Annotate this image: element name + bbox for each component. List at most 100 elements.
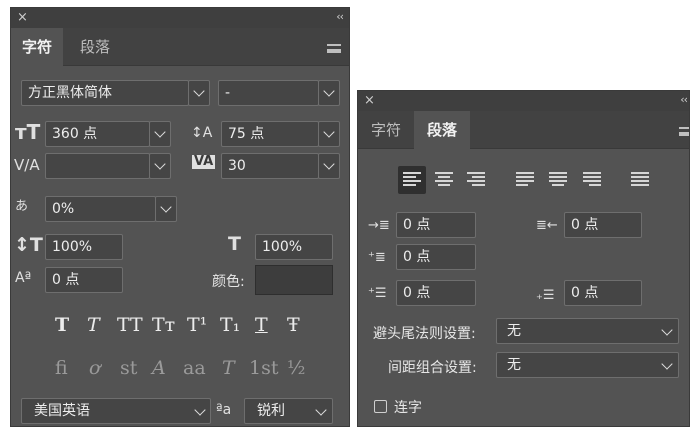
mojikumi-label: 间距组合设置: — [388, 360, 477, 376]
space-before-icon: ⁺☰ — [368, 286, 387, 301]
tracking-icon: VA — [192, 154, 216, 169]
close-icon[interactable]: × — [17, 9, 28, 26]
kinsoku-label: 避头尾法则设置: — [373, 326, 476, 342]
kerning-icon: V/A — [14, 156, 40, 174]
kinsoku-dropdown[interactable]: 无 — [496, 318, 679, 344]
leading-field[interactable]: 75 点 — [221, 121, 319, 147]
chevron-down-icon — [323, 85, 335, 97]
swash-button[interactable]: A — [152, 357, 166, 379]
chevron-down-icon — [154, 158, 166, 170]
tsume-icon: あ — [15, 199, 29, 214]
vertical-scale-field[interactable]: 100% — [45, 234, 123, 260]
panel-menu-icon[interactable] — [679, 127, 689, 136]
panel-menu-icon[interactable] — [327, 44, 341, 53]
baseline-shift-icon: Aª — [15, 270, 32, 286]
panel-title-bar: × ‹‹ — [11, 8, 349, 28]
space-before-field[interactable]: 0 点 — [396, 280, 476, 306]
font-size-icon: ᴛT — [15, 120, 41, 144]
tracking-field[interactable]: 30 — [221, 153, 319, 179]
language-field[interactable]: 美国英语 — [21, 398, 211, 424]
panel-title-bar: × ‹‹ — [358, 91, 689, 111]
indent-first-line-icon: ⁺≣ — [368, 250, 386, 265]
stylistic-alternates-button[interactable]: aa — [183, 357, 206, 379]
faux-italic-button[interactable]: T — [87, 314, 100, 336]
tab-bar: 字符 段落 — [358, 111, 689, 149]
hyphenate-label: 连字 — [394, 400, 422, 416]
collapse-icon[interactable]: ‹‹ — [680, 91, 688, 109]
font-size-field[interactable]: 360 点 — [45, 121, 150, 147]
superscript-button[interactable]: T¹ — [187, 314, 207, 336]
ordinals-button[interactable]: 1st — [249, 357, 278, 379]
kerning-dropdown[interactable] — [149, 153, 171, 179]
font-style-dropdown[interactable] — [318, 80, 340, 106]
chevron-down-icon — [323, 126, 335, 138]
tsume-field[interactable]: 0% — [45, 196, 156, 222]
indent-left-field[interactable]: 0 点 — [396, 212, 476, 238]
color-swatch[interactable] — [255, 265, 333, 295]
justify-all-button[interactable] — [626, 166, 654, 194]
horizontal-scale-icon: T — [228, 233, 241, 255]
font-size-dropdown[interactable] — [149, 121, 171, 147]
indent-right-field[interactable]: 0 点 — [564, 212, 642, 238]
tracking-dropdown[interactable] — [318, 153, 340, 179]
kerning-field[interactable] — [45, 153, 150, 179]
chevron-down-icon — [160, 201, 172, 213]
indent-left-icon: →≣ — [368, 218, 390, 233]
strikethrough-button[interactable]: Ŧ — [287, 314, 300, 336]
small-caps-button[interactable]: Tт — [152, 314, 175, 336]
mojikumi-value: 无 — [507, 357, 521, 373]
space-after-field[interactable]: 0 点 — [564, 280, 642, 306]
alternates-button[interactable]: ơ — [89, 357, 100, 379]
mojikumi-dropdown[interactable]: 无 — [496, 352, 679, 378]
chevron-down-icon — [661, 324, 673, 336]
underline-button[interactable]: T — [255, 314, 268, 336]
tab-paragraph[interactable]: 段落 — [67, 28, 123, 66]
indent-first-line-field[interactable]: 0 点 — [396, 244, 476, 270]
tab-bar: 字符 段落 — [11, 28, 349, 66]
indent-right-icon: ≣← — [536, 218, 558, 233]
justify-last-left-button[interactable] — [511, 166, 539, 194]
language-value: 美国英语 — [34, 403, 90, 419]
align-right-button[interactable] — [462, 166, 490, 194]
hyphenate-checkbox[interactable] — [374, 400, 387, 413]
tab-paragraph[interactable]: 段落 — [414, 111, 470, 149]
ligatures-button[interactable]: ﬁ — [55, 357, 68, 379]
kinsoku-value: 无 — [507, 323, 521, 339]
chevron-down-icon — [661, 358, 673, 370]
all-caps-button[interactable]: TT — [117, 314, 143, 336]
justify-last-center-button[interactable] — [544, 166, 572, 194]
subscript-button[interactable]: T₁ — [220, 314, 240, 336]
color-label: 颜色: — [212, 274, 245, 290]
space-after-icon: ₊☰ — [536, 288, 555, 303]
font-style-field[interactable]: - — [218, 80, 319, 106]
baseline-shift-field[interactable]: 0 点 — [45, 267, 123, 293]
font-family-field[interactable]: 方正黑体简体 — [21, 80, 189, 106]
paragraph-panel: × ‹‹ 字符 段落 →≣ 0 点 ≣← 0 点 ⁺≣ 0 点 ⁺☰ 0 点 ₊… — [357, 90, 690, 427]
horizontal-scale-field[interactable]: 100% — [255, 234, 333, 260]
antialias-icon: ªa — [216, 402, 232, 418]
faux-bold-button[interactable]: T — [55, 314, 69, 336]
chevron-down-icon — [315, 404, 327, 416]
justify-last-right-button[interactable] — [578, 166, 606, 194]
discretionary-ligatures-button[interactable]: st — [120, 357, 137, 379]
tsume-dropdown[interactable] — [155, 196, 177, 222]
align-left-button[interactable] — [398, 166, 426, 194]
antialias-value: 锐利 — [257, 403, 285, 419]
character-panel: × ‹‹ 字符 段落 方正黑体简体 - ᴛT 360 点 ↕A 75 点 V/A… — [10, 7, 350, 427]
tab-character[interactable]: 字符 — [11, 28, 63, 66]
antialias-field[interactable]: 锐利 — [244, 398, 333, 424]
font-family-dropdown[interactable] — [188, 80, 210, 106]
chevron-down-icon — [193, 85, 205, 97]
chevron-down-icon — [154, 126, 166, 138]
tab-character[interactable]: 字符 — [358, 111, 414, 149]
chevron-down-icon — [323, 158, 335, 170]
close-icon[interactable]: × — [364, 92, 375, 109]
titling-alternates-button[interactable]: T — [222, 357, 235, 379]
leading-icon: ↕A — [191, 125, 213, 141]
collapse-icon[interactable]: ‹‹ — [336, 8, 344, 26]
leading-dropdown[interactable] — [318, 121, 340, 147]
vertical-scale-icon: ↕T — [14, 234, 43, 256]
align-center-button[interactable] — [430, 166, 458, 194]
chevron-down-icon — [194, 404, 206, 416]
fractions-button[interactable]: ½ — [287, 357, 305, 379]
